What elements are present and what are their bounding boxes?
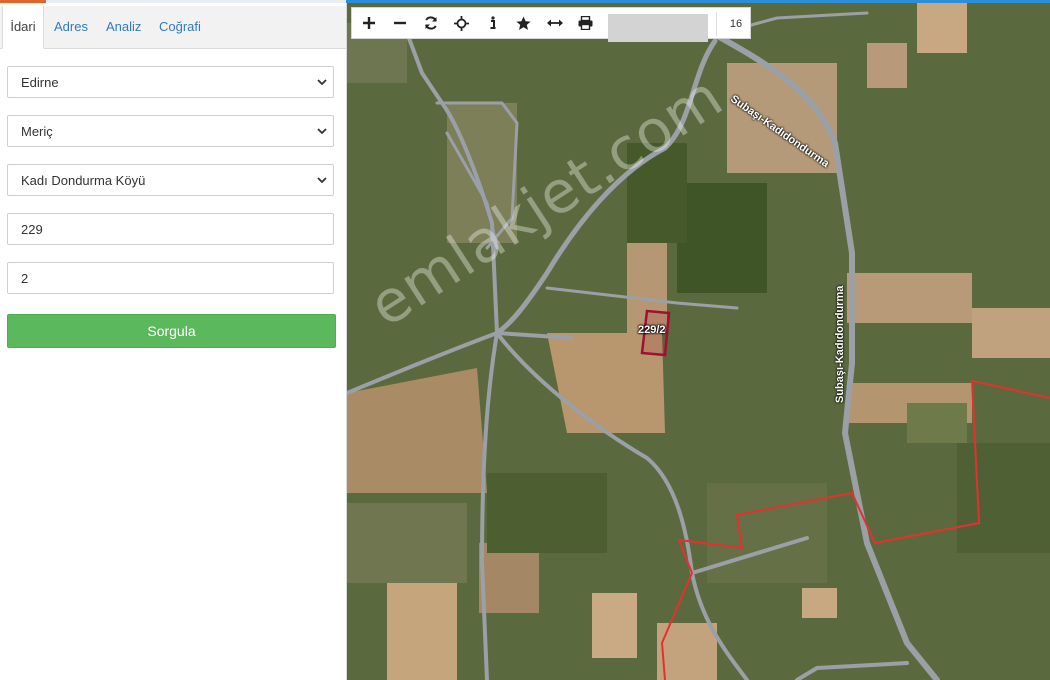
zoom-out-icon[interactable] (384, 8, 415, 38)
parcel-number-input[interactable]: 2 (7, 262, 334, 294)
block-number-input[interactable]: 229 (7, 213, 334, 245)
neighborhood-select[interactable]: Kadı Dondurma Köyü (7, 164, 334, 196)
field-patch (707, 483, 827, 583)
field-patch (487, 473, 607, 553)
parcel-number-value: 2 (21, 271, 29, 286)
district-value: Meriç (21, 124, 53, 139)
map-toolbar: 16 (351, 7, 751, 42)
map-search-input[interactable] (608, 14, 708, 42)
refresh-icon[interactable] (415, 8, 446, 38)
block-number-value: 229 (21, 222, 43, 237)
field-patch (907, 403, 967, 443)
zoom-in-icon[interactable] (353, 8, 384, 38)
field-patch (387, 583, 457, 680)
tab-adres[interactable]: Adres (54, 6, 88, 47)
province-value: Edirne (21, 75, 59, 90)
chevron-down-icon (317, 79, 327, 86)
neighborhood-value: Kadı Dondurma Köyü (21, 173, 146, 188)
field-patch (917, 3, 967, 53)
tab-cografi[interactable]: Coğrafi (159, 6, 201, 47)
query-sidebar: İdari Adres Analiz Coğrafi Edirne Meriç … (0, 3, 347, 680)
field-patch (972, 308, 1050, 358)
tab-analiz[interactable]: Analiz (106, 6, 141, 47)
tab-idari[interactable]: İdari (2, 6, 44, 49)
field-patch (347, 503, 467, 583)
parcel-label: 229/2 (638, 324, 666, 336)
print-icon[interactable] (570, 8, 601, 38)
locate-icon[interactable] (446, 8, 477, 38)
tab-bar: İdari Adres Analiz Coğrafi (0, 6, 346, 49)
info-icon[interactable] (477, 8, 508, 38)
district-select[interactable]: Meriç (7, 115, 334, 147)
road-label: Subaşı-Kadıdondurma (834, 285, 846, 403)
chevron-down-icon (317, 128, 327, 135)
field-patch (592, 593, 637, 658)
field-patch (957, 443, 1050, 553)
star-icon[interactable] (508, 8, 539, 38)
province-select[interactable]: Edirne (7, 66, 334, 98)
field-patch (802, 588, 837, 618)
zoom-level: 16 (716, 12, 755, 36)
query-button[interactable]: Sorgula (7, 314, 336, 348)
satellite-map[interactable]: emlakjet.com Subaşı-Kadıdondurma Subaşı-… (347, 3, 1050, 680)
chevron-down-icon (317, 177, 327, 184)
field-patch (479, 543, 539, 613)
field-patch (847, 273, 972, 323)
field-patch (867, 43, 907, 88)
field-patch (677, 183, 767, 293)
measure-icon[interactable] (539, 8, 570, 38)
